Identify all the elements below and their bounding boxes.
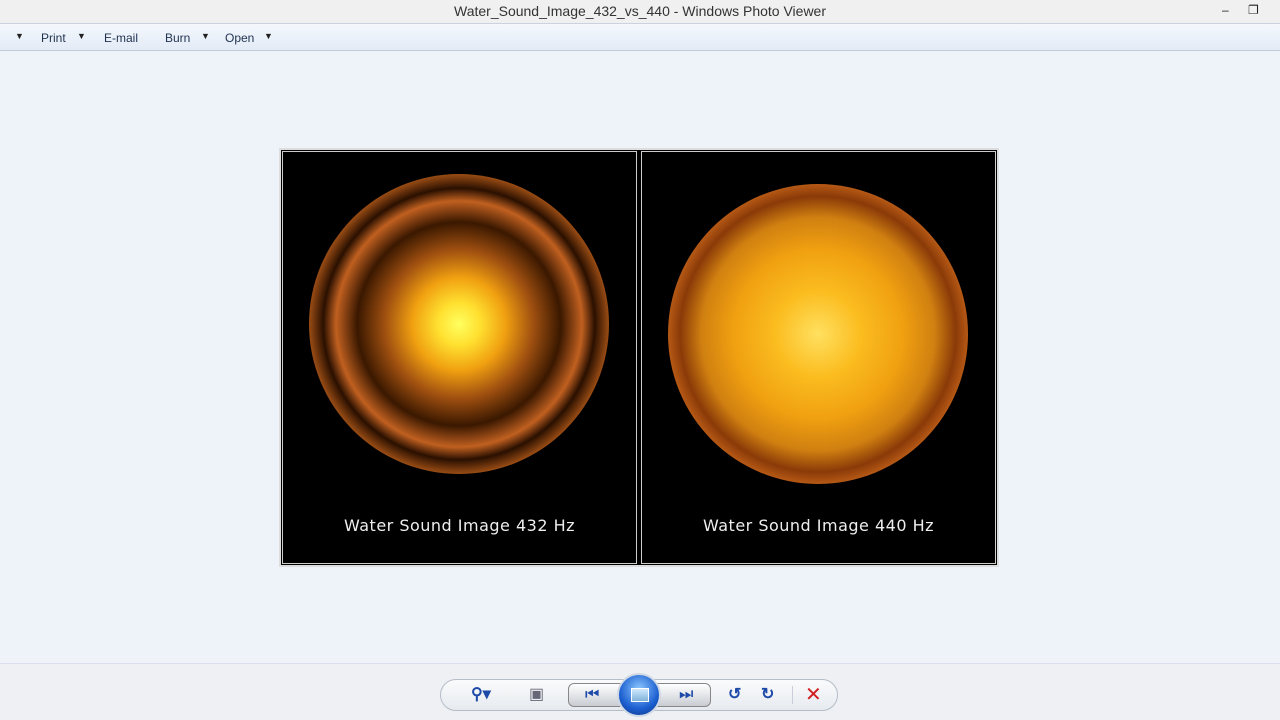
restore-button[interactable]: ❐ <box>1248 0 1259 20</box>
panel-440hz: Water Sound Image 440 Hz <box>641 151 996 564</box>
window-title: Water_Sound_Image_432_vs_440 - Windows P… <box>454 3 826 19</box>
photo: Water Sound Image 432 Hz Water Sound Ima… <box>279 148 999 567</box>
caption-432: Water Sound Image 432 Hz <box>343 516 576 535</box>
title-bar: Water_Sound_Image_432_vs_440 - Windows P… <box>0 0 1280 23</box>
previous-icon[interactable]: ⏮ <box>585 680 599 710</box>
water-pattern-432-image <box>309 174 609 474</box>
caption-440: Water Sound Image 440 Hz <box>702 516 935 535</box>
menu-burn[interactable]: Burn <box>165 31 190 45</box>
rotate-cw-icon[interactable]: ↻ <box>761 680 774 710</box>
actual-size-icon[interactable]: ▣ <box>529 680 544 710</box>
zoom-icon[interactable]: ⚲▾ <box>471 680 491 710</box>
slideshow-button[interactable] <box>617 673 661 717</box>
menu-email[interactable]: E-mail <box>104 31 138 45</box>
burn-dropdown-icon[interactable]: ▼ <box>201 31 210 41</box>
minimize-button[interactable]: – <box>1222 0 1229 20</box>
open-dropdown-icon[interactable]: ▼ <box>264 31 273 41</box>
delete-icon[interactable]: ✕ <box>805 680 822 710</box>
menu-print[interactable]: Print <box>41 31 66 45</box>
slideshow-icon <box>631 688 649 702</box>
next-icon[interactable]: ⏭ <box>679 680 693 710</box>
water-pattern-440-image <box>668 184 968 484</box>
print-dropdown-icon[interactable]: ▼ <box>77 31 86 41</box>
menu-open[interactable]: Open <box>225 31 254 45</box>
file-menu-dropdown[interactable]: ▼ <box>15 31 24 41</box>
menu-bar: ▼ Print ▼ E-mail Burn ▼ Open ▼ <box>0 23 1280 51</box>
panel-432hz: Water Sound Image 432 Hz <box>282 151 637 564</box>
divider <box>792 686 793 704</box>
rotate-ccw-icon[interactable]: ↺ <box>728 680 741 710</box>
